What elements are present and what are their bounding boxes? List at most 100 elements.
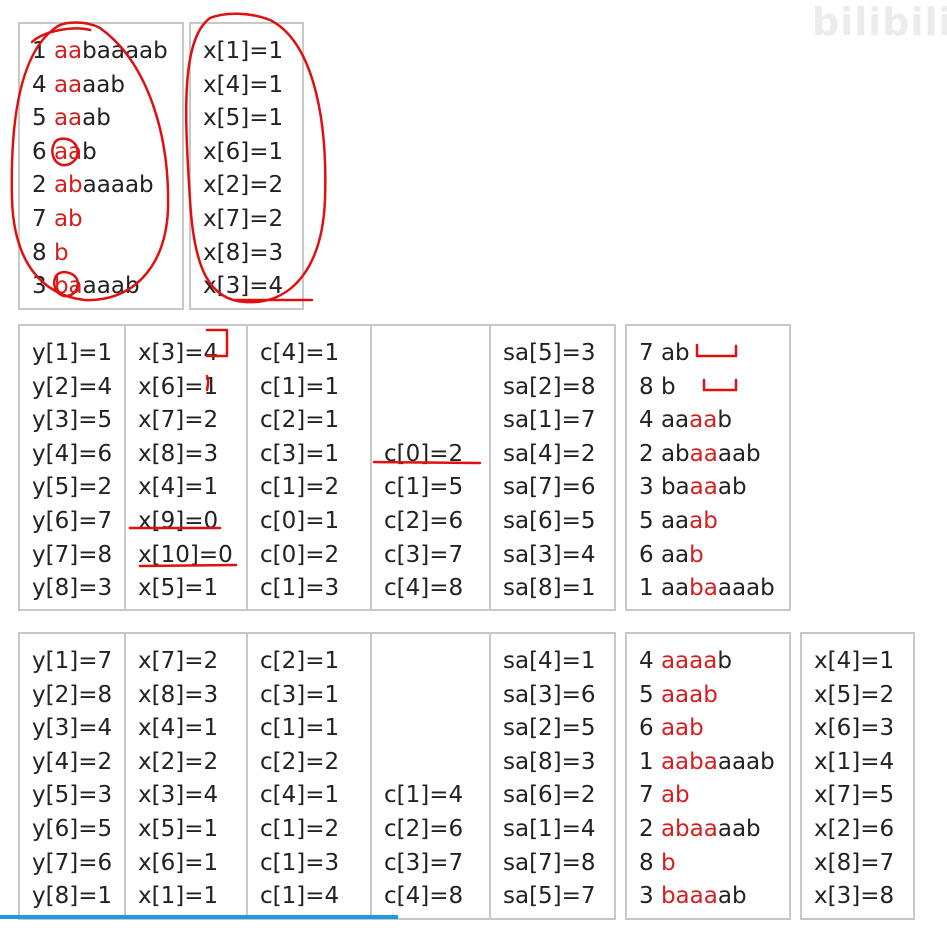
suffix-text: 8 xyxy=(639,849,661,876)
suffix-text: 4 aa xyxy=(639,407,690,434)
cell: c[2]=1 xyxy=(260,407,340,434)
cell: sa[3]=6 xyxy=(503,681,596,708)
cell: x[6]=1 xyxy=(138,373,219,400)
suffix-row: 6 aab xyxy=(32,136,97,170)
cell: c[0]=1 xyxy=(260,508,340,534)
cell: c[3]=7 xyxy=(384,849,464,876)
cell: sa[5]=3 xyxy=(503,340,596,366)
cell: c[1]=4 xyxy=(384,782,464,809)
cell: sa[4]=1 xyxy=(503,648,596,674)
suffix-highlight: ba xyxy=(689,575,718,602)
suffix-text: 1 xyxy=(32,38,54,64)
suffix-text: 6 aa xyxy=(639,541,690,568)
suffix-highlight: aaab xyxy=(660,681,718,708)
suffix-text: 5 xyxy=(639,681,661,708)
cell: c[4]=1 xyxy=(260,340,340,366)
rank-entry: x[6]=3 xyxy=(814,715,895,742)
cell: sa[7]=6 xyxy=(503,474,596,501)
rank-entry: x[2]=6 xyxy=(814,816,895,842)
rank-entry: x[1]=4 xyxy=(814,748,895,775)
cell: y[2]=4 xyxy=(32,373,113,400)
cell: c[1]=3 xyxy=(260,849,340,876)
suffix-row: 6 aab xyxy=(639,712,704,746)
suffix-row: 1 aabaaaab xyxy=(639,746,775,780)
suffix-text: b xyxy=(717,407,732,434)
suffix-highlight: aab xyxy=(660,715,704,742)
suffix-row: 1 aabaaaab xyxy=(32,35,168,69)
suffix-text: 2 xyxy=(32,172,54,199)
suffix-highlight: aa xyxy=(53,71,83,98)
sa-column: sa[4]=1 sa[3]=6 sa[2]=5 sa[8]=3 sa[6]=2 sa[1]… xyxy=(491,634,614,918)
y-column: y[1]=1 y[2]=4 y[3]=5 y[4]=6 y[5]=2 y[6]=7 y[7]… xyxy=(20,326,126,609)
suffix-text: 4 xyxy=(639,648,661,674)
suffix-row: 3 baaaab xyxy=(639,880,747,914)
suffix-row: 3 baaaab xyxy=(639,471,747,505)
suffix-text: ab xyxy=(717,883,747,910)
suffix-text: 8 b xyxy=(639,373,676,400)
cell: x[7]=2 xyxy=(138,407,219,434)
cell: c[0]=2 xyxy=(260,541,340,568)
cell: sa[8]=1 xyxy=(503,575,596,602)
suffix-row: 2 abaaaab xyxy=(32,169,154,203)
cell: sa[7]=8 xyxy=(503,849,596,876)
suffix-highlight: abaa xyxy=(660,816,718,842)
suffix-text: 1 xyxy=(639,748,661,775)
suffix-text: 4 xyxy=(32,71,54,98)
rank-entry: x[7]=2 xyxy=(203,206,284,232)
cell: c[4]=1 xyxy=(260,782,340,809)
suffix-text: aab xyxy=(82,71,125,98)
suffix-row: 4 aaaab xyxy=(639,404,732,438)
mid-suffix-panel: 7 ab 8 b4 aaaab 2 abaaaab 3 baaaab 5 aaab 6 a… xyxy=(625,324,791,611)
cell: x[5]=1 xyxy=(138,816,219,842)
suffix-highlight: ab xyxy=(689,508,718,534)
suffix-text: 8 xyxy=(32,239,54,266)
suffix-text: 7 ab xyxy=(639,340,690,366)
suffix-row: 5 aaab xyxy=(639,679,718,713)
cell: sa[1]=7 xyxy=(503,407,596,434)
cell: y[8]=3 xyxy=(32,575,113,602)
cell: y[7]=8 xyxy=(32,541,113,568)
cell: y[3]=4 xyxy=(32,715,113,742)
c-prefix-column: c[0]=2 c[1]=5 c[2]=6 c[3]=7 c[4]=8 xyxy=(372,326,491,609)
mid-sort-table: y[1]=1 y[2]=4 y[3]=5 y[4]=6 y[5]=2 y[6]=7 y[7]… xyxy=(18,324,616,611)
watermark-logo: bilibili xyxy=(812,0,947,44)
suffix-highlight: aa xyxy=(53,105,83,132)
x-column: x[7]=2 x[8]=3 x[4]=1 x[2]=2 x[3]=4 x[5]=1 x[6]… xyxy=(126,634,248,918)
x-column: x[3]=4 x[6]=1 x[7]=2 x[8]=3 x[4]=1 x[9]=0 x[10… xyxy=(126,326,248,609)
cell: x[2]=2 xyxy=(138,748,219,775)
suffix-highlight: ab xyxy=(660,782,690,809)
rank-entry: x[1]=1 xyxy=(203,38,284,64)
video-progress-bar[interactable] xyxy=(0,915,398,919)
c-prefix-column: c[1]=4 c[2]=6 c[3]=7 c[4]=8 xyxy=(372,634,491,918)
suffix-text: 6 xyxy=(639,715,661,742)
suffix-row: 7 ab xyxy=(639,779,690,813)
rank-entry: x[3]=4 xyxy=(203,273,284,300)
cell: x[9]=0 xyxy=(138,508,219,534)
suffix-highlight: aa xyxy=(689,440,718,467)
cell: c[1]=4 xyxy=(260,883,340,910)
suffix-text: aab xyxy=(717,440,761,467)
cell: x[10]=0 xyxy=(138,541,233,568)
cell: sa[1]=4 xyxy=(503,816,596,842)
suffix-row: 7 ab xyxy=(639,337,690,371)
cell: c[2]=2 xyxy=(260,748,340,775)
cell: c[3]=7 xyxy=(384,541,464,568)
cell: y[5]=3 xyxy=(32,782,113,809)
bottom-sort-table: y[1]=7 y[2]=8 y[3]=4 y[4]=2 y[5]=3 y[6]=5 y[7]… xyxy=(18,632,616,920)
suffix-text: 3 xyxy=(32,273,54,300)
y-column: y[1]=7 y[2]=8 y[3]=4 y[4]=2 y[5]=3 y[6]=5 y[7]… xyxy=(20,634,126,918)
cell: x[5]=1 xyxy=(138,575,219,602)
suffix-row: 8 b xyxy=(32,237,69,271)
suffix-text: aaab xyxy=(717,575,775,602)
suffix-row: 2 abaaaab xyxy=(639,438,761,472)
cell: c[3]=1 xyxy=(260,681,340,708)
rank-entry: x[2]=2 xyxy=(203,172,284,199)
cell: c[4]=8 xyxy=(384,575,464,602)
cell: sa[8]=3 xyxy=(503,748,596,775)
rank-entry: x[8]=7 xyxy=(814,849,895,876)
suffix-text: b xyxy=(82,138,97,165)
cell: y[4]=2 xyxy=(32,748,113,775)
rank-entry: x[5]=2 xyxy=(814,681,895,708)
suffix-highlight: ab xyxy=(53,206,83,232)
suffix-row: 6 aab xyxy=(639,539,704,573)
